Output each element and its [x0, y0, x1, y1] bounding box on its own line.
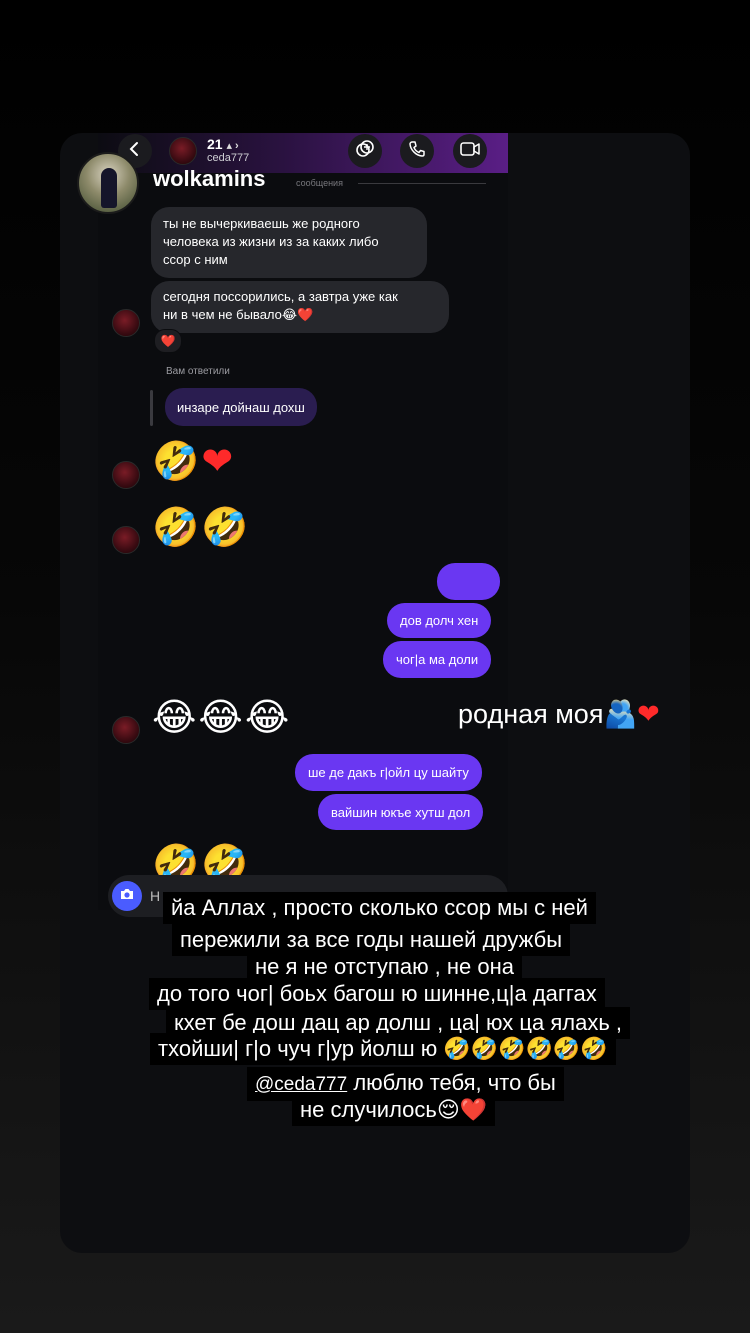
sender-avatar[interactable] — [112, 716, 140, 744]
poster-avatar[interactable] — [77, 152, 139, 214]
reply-quote-bar — [150, 390, 153, 426]
heart-emoji: ❤ — [201, 441, 236, 483]
contact-avatar[interactable] — [169, 137, 197, 165]
rofl-emoji: 🤣 — [152, 441, 202, 483]
reply-label: Вам ответили — [166, 366, 230, 377]
video-call-button[interactable] — [453, 134, 487, 168]
message-line: человека из жизни из за каких либо — [163, 234, 379, 249]
messages-label: сообщения — [296, 178, 343, 188]
sender-avatar[interactable] — [112, 526, 140, 554]
caption-text: люблю тебя, что бы — [347, 1070, 556, 1095]
caption-line: тхойши| г|о чуч г|ур йолш ю 🤣🤣🤣🤣🤣🤣 — [150, 1033, 616, 1065]
joy-emoji: 😂 — [198, 697, 245, 739]
rofl-emoji: 🤣 — [201, 507, 251, 549]
camera-icon — [119, 887, 135, 906]
joy-emoji: 😂 — [152, 697, 199, 739]
poster-username[interactable]: wolkamins — [153, 166, 265, 192]
contact-username: ceda777 — [207, 152, 250, 164]
caption-line: до того чог| боьх багош ю шинне,ц|а дагг… — [149, 978, 605, 1010]
emoji-message[interactable]: 🤣❤ — [152, 440, 235, 484]
emoji-message[interactable]: 🤣🤣 — [152, 843, 251, 875]
header-divider — [358, 183, 486, 184]
emoji-message[interactable]: 🤣🤣 — [152, 506, 251, 550]
quoted-reply[interactable]: инзаре дойнаш дохш — [165, 388, 317, 426]
side-caption: родная моя🫂❤ — [458, 698, 660, 730]
hug-emoji: 🫂 — [603, 699, 638, 729]
outgoing-message[interactable]: чог|а ма доли — [383, 641, 492, 678]
heart-emoji: ❤ — [637, 699, 660, 729]
rofl-emoji: 🤣 — [152, 507, 202, 549]
caption-line: йа Аллах , просто сколько ссор мы с ней — [163, 892, 596, 924]
composer-placeholder: Н — [150, 888, 161, 904]
effects-button[interactable] — [348, 134, 382, 168]
caption-line: не случилось😌❤️ — [292, 1094, 496, 1126]
emoji-message[interactable]: 😂😂😂 — [152, 696, 291, 740]
sticker-plus-icon — [355, 139, 375, 164]
message-line: сегодня поссорились, а завтра уже как — [163, 289, 398, 304]
chevron-right-icon: ▴ › — [226, 140, 239, 152]
outgoing-message[interactable]: вайшин юкъе хутш дол — [318, 794, 484, 830]
sender-avatar[interactable] — [112, 309, 140, 337]
outgoing-message[interactable]: дов долч хен — [387, 603, 492, 638]
rofl-emoji: 🤣 — [201, 844, 251, 875]
camera-button[interactable] — [112, 881, 142, 911]
message-line: ты не вычеркиваешь же родного — [163, 216, 360, 231]
message-line: ссор с ним — [163, 252, 228, 267]
sender-avatar[interactable] — [112, 461, 140, 489]
phone-icon — [407, 139, 427, 164]
rofl-emoji: 🤣 — [152, 844, 202, 875]
heart-reaction[interactable]: ❤️ — [154, 329, 182, 353]
outgoing-message[interactable] — [437, 563, 500, 600]
incoming-message[interactable]: ты не вычеркиваешь же родного человека и… — [151, 207, 427, 278]
video-camera-icon — [459, 140, 481, 163]
incoming-message[interactable]: сегодня поссорились, а завтра уже как ни… — [151, 281, 449, 333]
side-caption-text: родная моя — [458, 699, 604, 729]
chevron-left-icon — [127, 141, 143, 162]
avatar-figure — [101, 168, 117, 208]
outgoing-message[interactable]: ше де дакъ г|ойл цу шайту — [295, 754, 482, 791]
message-line: ни в чем не бывало😂❤️ — [163, 307, 314, 322]
contact-name[interactable]: 21 ▴ › — [207, 136, 239, 152]
mention-link[interactable]: @ceda777 — [255, 1074, 347, 1095]
joy-emoji: 😂 — [244, 697, 292, 739]
voice-call-button[interactable] — [400, 134, 434, 168]
